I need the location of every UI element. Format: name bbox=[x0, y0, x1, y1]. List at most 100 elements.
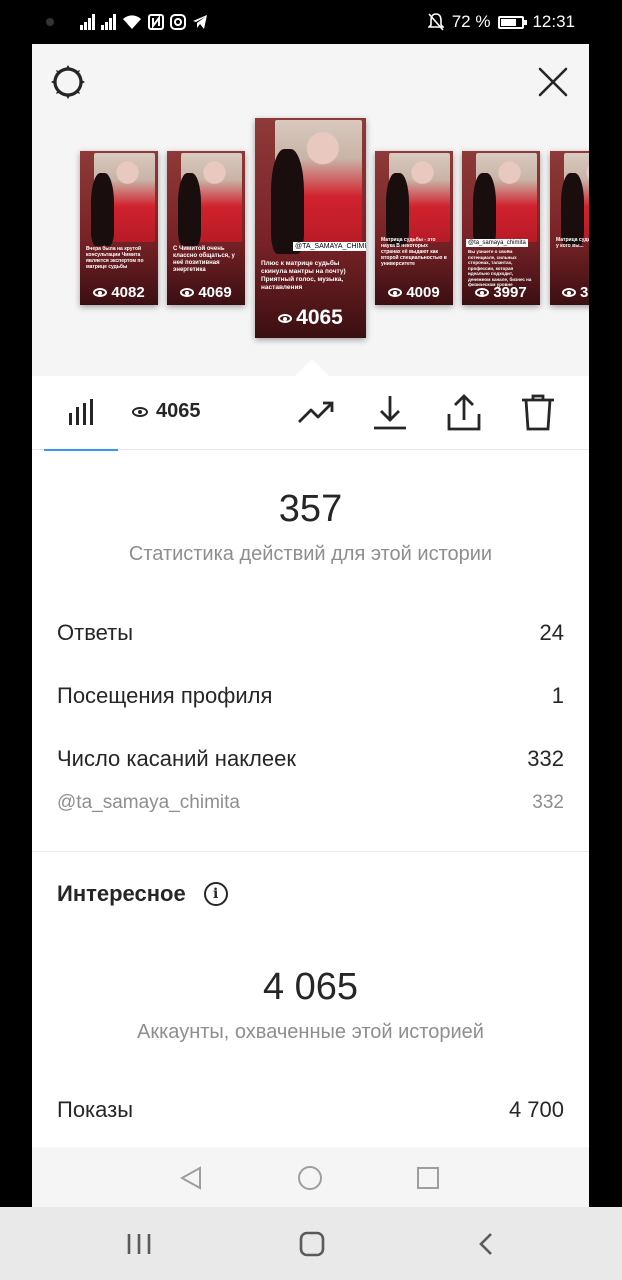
share-icon[interactable] bbox=[444, 392, 484, 432]
home-circle-icon[interactable] bbox=[297, 1165, 323, 1191]
stat-value: 332 bbox=[527, 746, 564, 771]
stat-value: 4 700 bbox=[508, 1097, 564, 1122]
home-icon[interactable] bbox=[298, 1231, 326, 1257]
clock: 12:31 bbox=[532, 12, 575, 31]
story-views: 4082 bbox=[80, 284, 158, 301]
inner-nav-bar bbox=[32, 1147, 589, 1207]
story-caption: Матрица судьбы покажет у кого вы... bbox=[556, 237, 589, 250]
app-screen: 72 % 12:31 Вчера была на крутой консульт… bbox=[32, 0, 589, 1207]
nfc-icon bbox=[148, 14, 164, 30]
story-photo-detail bbox=[472, 172, 497, 247]
close-icon[interactable] bbox=[535, 64, 571, 100]
story-views-count: 4069 bbox=[198, 284, 232, 301]
stat-label: Число касаний наклеек bbox=[57, 746, 296, 771]
story-tabs: 4065 bbox=[32, 376, 589, 451]
story-thumbnail[interactable]: С Чимитой очень классно общаться, у неё … bbox=[167, 151, 245, 305]
stat-label: Ответы bbox=[57, 620, 134, 645]
story-views-count: 4009 bbox=[406, 284, 440, 301]
stat-value: 332 bbox=[532, 792, 564, 813]
story-caption: Вы узнаете о своём потенциале, сильных с… bbox=[468, 249, 532, 287]
actions-label: Статистика действий для этой истории bbox=[128, 543, 493, 565]
reach-total: 4 065 bbox=[262, 966, 359, 1008]
signal-icon bbox=[101, 14, 116, 30]
story-caption: Матрица судьбы - это наука В некоторых с… bbox=[381, 237, 447, 268]
stat-value: 1 bbox=[551, 683, 564, 708]
story-views: 3997 bbox=[462, 284, 540, 301]
story-thumbnail[interactable]: Матрица судьбы покажет у кого вы... 3 bbox=[550, 151, 589, 305]
eye-icon bbox=[93, 288, 108, 297]
actions-summary: 357 Статистика действий для этой истории bbox=[32, 450, 589, 566]
back-triangle-icon[interactable] bbox=[178, 1165, 204, 1191]
tab-insights[interactable] bbox=[44, 376, 118, 451]
story-photo-detail bbox=[270, 148, 304, 255]
telegram-icon bbox=[193, 15, 207, 29]
story-thumbnail[interactable]: Матрица судьбы - это наука В некоторых с… bbox=[375, 151, 453, 305]
recents-icon[interactable] bbox=[126, 1232, 152, 1256]
story-handle: @TA_SAMAYA_CHIMITA bbox=[293, 242, 366, 251]
section-title-text: Интересное bbox=[57, 881, 186, 906]
stat-row-impressions: Показы 4 700 bbox=[57, 1097, 564, 1123]
stat-row-sticker-taps: Число касаний наклеек 332 bbox=[57, 746, 564, 772]
info-icon[interactable]: i bbox=[203, 882, 228, 906]
story-views-count: 3 bbox=[580, 284, 589, 301]
story-caption: С Чимитой очень классно общаться, у неё … bbox=[173, 246, 235, 274]
signal-icon bbox=[80, 14, 95, 30]
instagram-icon bbox=[170, 14, 186, 30]
story-photo-detail bbox=[385, 172, 410, 247]
story-photo-detail bbox=[560, 172, 585, 247]
stat-row-profile-visits: Посещения профиля 1 bbox=[57, 683, 564, 709]
eye-icon bbox=[388, 288, 403, 297]
stat-label: Посещения профиля bbox=[57, 683, 273, 708]
story-caption: Плюс к матрице судьбы скинула мантры на … bbox=[261, 260, 346, 291]
story-views: 4069 bbox=[167, 284, 245, 301]
battery-icon bbox=[498, 15, 528, 29]
bar-chart-icon bbox=[69, 399, 93, 425]
back-icon[interactable] bbox=[476, 1231, 496, 1257]
stat-value: 24 bbox=[539, 620, 564, 645]
stat-row-sticker-mention: @ta_samaya_chimita 332 bbox=[57, 792, 564, 814]
signal-icon bbox=[46, 18, 54, 26]
story-thumbnail-selected[interactable]: @TA_SAMAYA_CHIMITA Плюс к матрице судьбы… bbox=[255, 118, 366, 338]
trending-icon[interactable] bbox=[296, 392, 336, 432]
trash-icon[interactable] bbox=[518, 392, 558, 432]
tab-viewers[interactable]: 4065 bbox=[132, 400, 201, 423]
selection-pointer bbox=[294, 359, 330, 377]
story-thumbnail[interactable]: @ta_samaya_chimita Вы узнаете о своём по… bbox=[462, 151, 540, 305]
eye-icon bbox=[132, 406, 148, 417]
story-views: 4009 bbox=[375, 284, 453, 301]
story-photo-detail bbox=[90, 172, 115, 247]
stat-label: Показы bbox=[57, 1097, 134, 1122]
divider bbox=[32, 851, 589, 852]
story-thumbnail[interactable]: Вчера была на крутой консультации Чимита… bbox=[80, 151, 158, 305]
story-carousel: Вчера была на крутой консультации Чимита… bbox=[32, 44, 589, 377]
reach-label: Аккаунты, охваченные этой историей bbox=[137, 1021, 484, 1043]
reach-summary: 4 065 Аккаунты, охваченные этой историей bbox=[32, 928, 589, 1044]
battery-level bbox=[501, 18, 516, 26]
eye-icon bbox=[278, 313, 293, 323]
download-icon[interactable] bbox=[370, 392, 410, 432]
story-views: 3 bbox=[550, 284, 589, 301]
story-caption: Вчера была на крутой консультации Чимита… bbox=[86, 246, 144, 271]
discovery-section-title: Интересное i bbox=[57, 881, 228, 907]
status-bar: 72 % 12:31 bbox=[32, 0, 589, 44]
eye-icon bbox=[475, 288, 490, 297]
mute-icon bbox=[427, 13, 444, 31]
viewers-count: 4065 bbox=[156, 400, 201, 422]
story-photo-detail bbox=[177, 172, 202, 247]
eye-icon bbox=[562, 288, 576, 297]
stat-label: @ta_samaya_chimita bbox=[57, 792, 240, 813]
story-views: 4065 bbox=[255, 306, 366, 330]
actions-total: 357 bbox=[278, 488, 343, 530]
wifi-icon bbox=[123, 15, 141, 29]
story-handle: @ta_samaya_chimita bbox=[466, 239, 528, 247]
stat-row-replies: Ответы 24 bbox=[57, 620, 564, 646]
recents-square-icon[interactable] bbox=[416, 1166, 440, 1190]
story-views-count: 4065 bbox=[296, 306, 343, 329]
settings-gear-icon[interactable] bbox=[48, 62, 88, 102]
battery-percent: 72 % bbox=[451, 12, 491, 31]
right-border bbox=[589, 0, 622, 1207]
story-views-count: 4082 bbox=[111, 284, 145, 301]
story-views-count: 3997 bbox=[493, 284, 527, 301]
left-border bbox=[0, 0, 32, 1207]
eye-icon bbox=[180, 288, 195, 297]
